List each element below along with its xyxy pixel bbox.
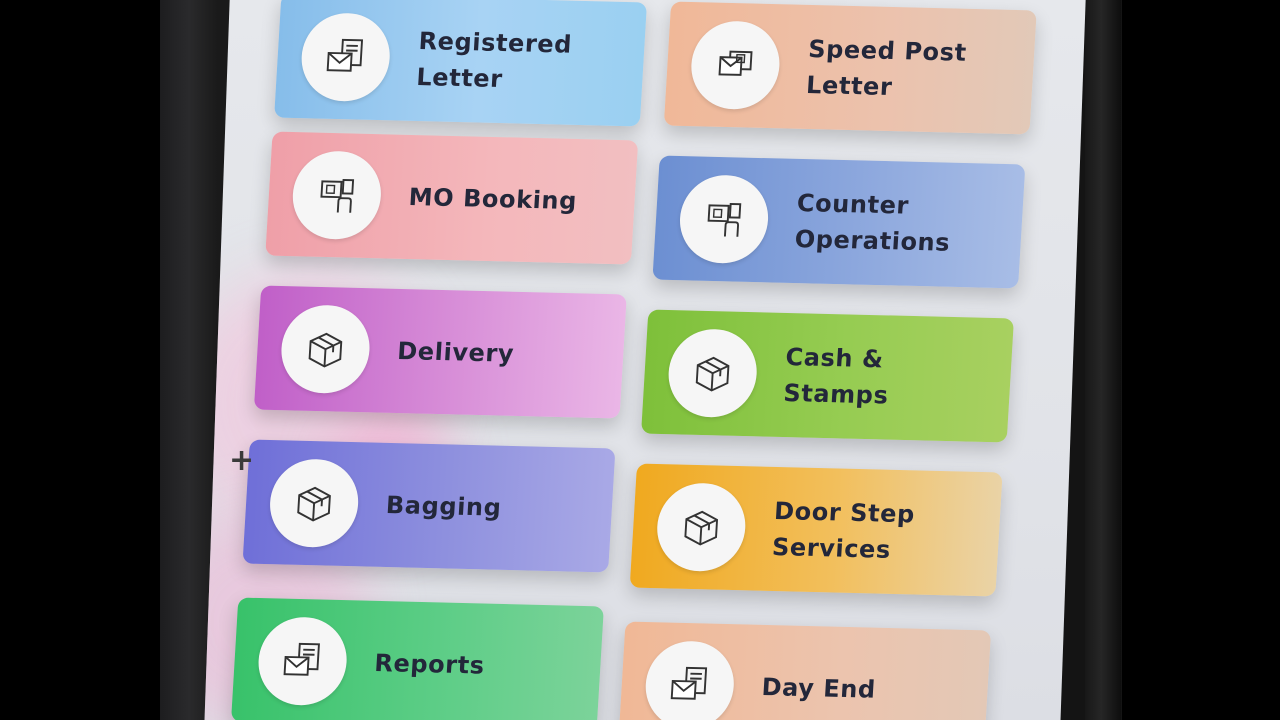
parcel-box-icon [695,356,730,392]
tile-reports[interactable]: Reports [230,597,604,720]
tile-label: Reports [373,648,486,680]
parcel-box-icon [308,332,343,368]
tile-label: Bagging [385,490,503,522]
tile-mo-booking[interactable]: MO Booking [265,131,639,265]
photo-frame: Registered Letter Speed Post Letter MO B… [0,0,1280,720]
tile-label: Door Step Services [771,496,916,564]
icon-badge [666,328,760,419]
tile-cash-and-stamps[interactable]: Cash & Stamps [641,309,1014,443]
icon-badge [256,616,350,707]
tile-label: Cash & Stamps [782,342,890,410]
phone-edge [1085,0,1121,720]
speed-post-stamp-icon [718,50,753,76]
icon-badge [654,482,748,573]
icon-badge [267,458,361,549]
tile-registered-letter[interactable]: Registered Letter [274,0,648,127]
icon-badge [677,174,771,265]
money-order-hand-icon [320,179,355,213]
icon-badge [643,640,737,720]
tile-day-end[interactable]: Day End [618,621,992,720]
envelope-letter-icon [670,666,708,700]
icon-badge [290,150,384,241]
tile-label: Counter Operations [794,188,951,257]
tile-label: Speed Post Letter [805,34,968,102]
tile-bagging[interactable]: Bagging [242,439,616,573]
envelope-letter-icon [326,38,364,72]
tile-label: MO Booking [407,182,578,216]
tile-door-step-services[interactable]: Door Step Services [629,463,1003,597]
tile-speed-post-letter[interactable]: Speed Post Letter [663,1,1037,135]
icon-badge [688,20,782,111]
counter-hand-icon [707,203,742,237]
plus-icon: + [229,443,255,478]
tile-delivery[interactable]: Delivery [253,285,627,419]
tile-label: Day End [760,672,877,704]
icon-badge [278,304,373,395]
envelope-letter-icon [283,642,320,676]
tile-counter-operations[interactable]: Counter Operations [652,155,1026,289]
tile-label: Delivery [396,336,515,368]
parcel-box-icon [297,486,331,522]
parcel-box-icon [684,510,719,546]
icon-badge [299,12,393,103]
app-screen: Registered Letter Speed Post Letter MO B… [204,0,1086,720]
tile-label: Registered Letter [415,26,573,94]
